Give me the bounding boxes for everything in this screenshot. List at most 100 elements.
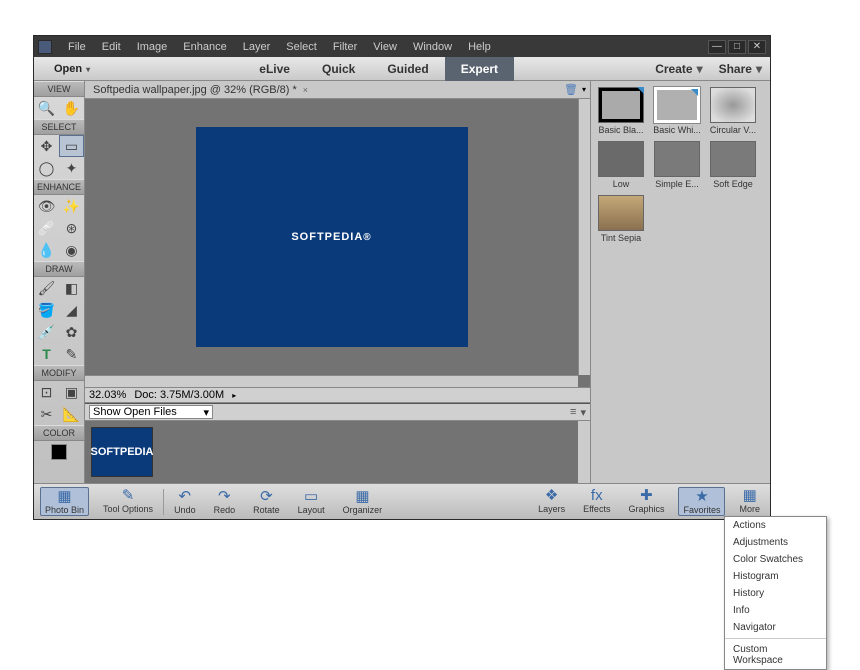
status-bar: 32.03% Doc: 3.75M/3.00M ▸ (85, 387, 590, 403)
btn-favorites[interactable]: ★Favorites (678, 487, 725, 516)
bottombar: ▦Photo Bin ✎Tool Options ↶Undo ↷Redo ⟳Rotat… (34, 483, 770, 519)
menu-item-color-swatches[interactable]: Color Swatches (725, 551, 826, 568)
tab-expert[interactable]: Expert (445, 57, 514, 81)
move-tool[interactable]: ✥ (34, 135, 59, 157)
scrollbar-horizontal[interactable] (85, 375, 578, 387)
tab-guided[interactable]: Guided (371, 57, 444, 81)
tab-quick[interactable]: Quick (306, 57, 371, 81)
menu-item-navigator[interactable]: Navigator (725, 619, 826, 636)
show-open-files-dropdown[interactable]: Show Open Files▾ (89, 405, 213, 419)
create-button[interactable]: Create▾ (655, 62, 702, 76)
effect-low[interactable]: Low (597, 141, 645, 189)
shape-tool[interactable]: ✿ (59, 321, 84, 343)
effect-tint[interactable]: Tint Sepia (597, 195, 645, 243)
menu-filter[interactable]: Filter (325, 38, 365, 56)
menu-help[interactable]: Help (460, 38, 499, 56)
bin-opt-icon[interactable]: ≡ (570, 406, 576, 419)
menu-item-histogram[interactable]: Histogram (725, 568, 826, 585)
text-tool[interactable]: T (34, 343, 59, 365)
menu-item-custom-workspace[interactable]: Custom Workspace (725, 641, 826, 669)
menu-layer[interactable]: Layer (235, 38, 279, 56)
redeye-tool[interactable]: 👁 (34, 195, 59, 217)
bin-thumb[interactable]: SOFTPEDIA (91, 427, 153, 477)
marquee-tool[interactable]: ▭ (59, 135, 84, 157)
lasso-tool[interactable]: ◯ (34, 157, 59, 179)
btn-undo[interactable]: ↶Undo (170, 488, 200, 515)
btn-organizer[interactable]: ▦Organizer (339, 488, 387, 515)
document-canvas[interactable]: SOFTPEDIA® (196, 127, 468, 347)
scrollbar-vertical[interactable] (578, 99, 590, 375)
section-color: COLOR (34, 425, 84, 441)
section-enhance: ENHANCE (34, 179, 84, 195)
menu-enhance[interactable]: Enhance (175, 38, 234, 56)
effect-bb[interactable]: Basic Bla... (597, 87, 645, 135)
btn-label: Layers (538, 504, 565, 514)
clone-tool[interactable]: ⊛ (59, 217, 84, 239)
whiten-tool[interactable]: ✨ (59, 195, 84, 217)
brush-tool[interactable]: 🖌 (34, 277, 59, 299)
bin-scrollbar[interactable] (578, 421, 590, 483)
btn-label: Undo (174, 505, 196, 515)
fill-tool[interactable]: 🪣 (34, 299, 59, 321)
eraser-tool[interactable]: ◧ (59, 277, 84, 299)
menu-edit[interactable]: Edit (94, 38, 129, 56)
menu-window[interactable]: Window (405, 38, 460, 56)
effect-se[interactable]: Simple E... (653, 141, 701, 189)
menu-view[interactable]: View (365, 38, 405, 56)
btn-layout[interactable]: ▭Layout (294, 488, 329, 515)
zoom-tool[interactable]: 🔍 (34, 97, 59, 119)
zoom-readout[interactable]: 32.03% (89, 389, 126, 401)
hand-tool[interactable]: ✋ (59, 97, 84, 119)
effect-label: Circular V... (709, 125, 757, 135)
btn-layers[interactable]: ❖Layers (534, 487, 569, 516)
menu-image[interactable]: Image (129, 38, 176, 56)
open-button[interactable]: Open▾ (42, 60, 102, 78)
tab-elive[interactable]: eLive (243, 57, 306, 81)
chevron-down-icon[interactable]: ▾ (582, 85, 586, 94)
section-draw: DRAW (34, 261, 84, 277)
eyedropper-tool[interactable]: 💉 (34, 321, 59, 343)
recompose-tool[interactable]: ▣ (59, 381, 84, 403)
bin-menu-icon[interactable]: ▾ (580, 406, 586, 419)
btn-rotate[interactable]: ⟳Rotate (249, 488, 284, 515)
sponge-tool[interactable]: ◉ (59, 239, 84, 261)
trash-icon[interactable]: 🗑 (564, 83, 578, 96)
btn-tool-options[interactable]: ✎Tool Options (99, 487, 157, 516)
menu-item-actions[interactable]: Actions (725, 517, 826, 534)
effect-thumb (598, 87, 644, 123)
cookie-tool[interactable]: ✂ (34, 403, 59, 425)
menu-item-info[interactable]: Info (725, 602, 826, 619)
section-view: VIEW (34, 81, 84, 97)
btn-redo[interactable]: ↷Redo (210, 488, 240, 515)
wand-tool[interactable]: ✦ (59, 157, 84, 179)
doc-tab-label: Softpedia wallpaper.jpg @ 32% (RGB/8) * (93, 84, 297, 96)
btn-more[interactable]: ▦More (735, 487, 764, 516)
heal-tool[interactable]: 🩹 (34, 217, 59, 239)
close-tab-icon[interactable]: × (303, 85, 308, 95)
menu-item-adjustments[interactable]: Adjustments (725, 534, 826, 551)
minimize-button[interactable]: — (708, 40, 726, 54)
effect-bw[interactable]: Basic Whi... (653, 87, 701, 135)
crop-tool[interactable]: ⊡ (34, 381, 59, 403)
graphics-icon: ✚ (636, 487, 656, 503)
foreground-color[interactable] (51, 444, 67, 460)
menu-file[interactable]: File (60, 38, 94, 56)
close-button[interactable]: ✕ (748, 40, 766, 54)
canvas-viewport[interactable]: SOFTPEDIA® (85, 99, 578, 375)
blur-tool[interactable]: 💧 (34, 239, 59, 261)
gradient-tool[interactable]: ◢ (59, 299, 84, 321)
menu-item-history[interactable]: History (725, 585, 826, 602)
effect-cv[interactable]: Circular V... (709, 87, 757, 135)
btn-label: Photo Bin (45, 505, 84, 515)
straighten-tool[interactable]: 📐 (59, 403, 84, 425)
pencil-tool[interactable]: ✎ (59, 343, 84, 365)
btn-photo-bin[interactable]: ▦Photo Bin (40, 487, 89, 516)
effect-soft[interactable]: Soft Edge (709, 141, 757, 189)
doc-tab[interactable]: Softpedia wallpaper.jpg @ 32% (RGB/8) * × (85, 82, 316, 98)
menu-select[interactable]: Select (278, 38, 325, 56)
btn-effects[interactable]: fxEffects (579, 487, 614, 516)
btn-graphics[interactable]: ✚Graphics (624, 487, 668, 516)
share-button[interactable]: Share▾ (719, 62, 762, 76)
maximize-button[interactable]: □ (728, 40, 746, 54)
status-chevron-icon[interactable]: ▸ (232, 391, 236, 400)
